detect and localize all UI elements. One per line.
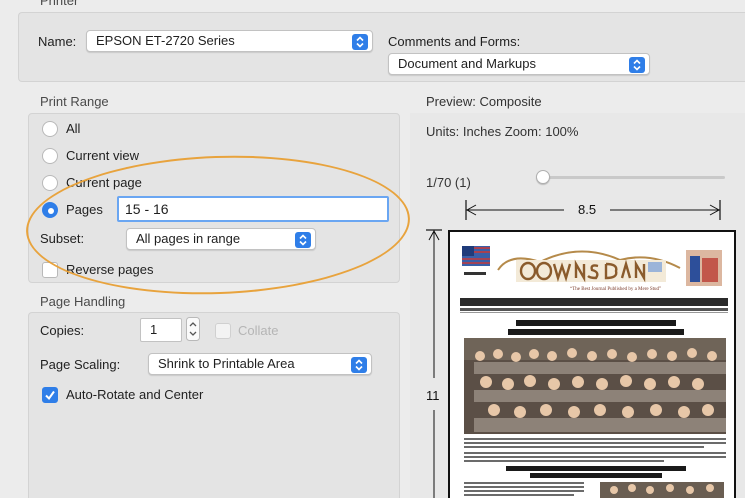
page-counter: 1/70 (1) (426, 175, 471, 190)
subset-select[interactable]: All pages in range (126, 228, 316, 250)
printer-name-select[interactable]: EPSON ET-2720 Series (86, 30, 373, 52)
page-scaling-select[interactable]: Shrink to Printable Area (148, 353, 372, 375)
comments-forms-label: Comments and Forms: (388, 34, 521, 49)
select-stepper-icon (629, 57, 645, 73)
page-preview: “The Best Journal Published by a Mere St… (448, 230, 736, 498)
newspaper-page-image: “The Best Journal Published by a Mere St… (460, 246, 728, 498)
printer-name-label: Name: (38, 34, 77, 49)
select-stepper-icon (351, 357, 367, 373)
height-dimension-label: 11 (426, 388, 440, 403)
radio-current-page[interactable] (42, 175, 58, 191)
radio-current-page-label: Current page (66, 175, 142, 190)
page-handling-panel (28, 312, 400, 498)
collate-label: Collate (238, 323, 279, 338)
svg-text:“The Best Journal Published by: “The Best Journal Published by a Mere St… (570, 286, 661, 292)
select-stepper-icon (352, 34, 368, 50)
auto-rotate-label: Auto-Rotate and Center (66, 387, 204, 402)
pages-input[interactable]: 15 - 16 (117, 196, 389, 222)
comments-forms-value: Document and Markups (398, 56, 537, 71)
radio-pages-label: Pages (66, 202, 103, 217)
radio-current-view-label: Current view (66, 148, 139, 163)
printer-name-value: EPSON ET-2720 Series (96, 33, 235, 48)
radio-all[interactable] (42, 121, 58, 137)
page-slider-thumb[interactable] (536, 170, 550, 184)
page-handling-title: Page Handling (40, 294, 126, 309)
subset-label: Subset: (40, 231, 85, 246)
auto-rotate-checkbox[interactable] (42, 387, 58, 403)
units-zoom-text: Units: Inches Zoom: 100% (426, 124, 579, 139)
radio-all-label: All (66, 121, 81, 136)
page-slider-track[interactable] (540, 176, 725, 179)
stepper-arrows-icon (186, 317, 200, 341)
reverse-pages-checkbox[interactable] (42, 262, 58, 278)
page-scaling-value: Shrink to Printable Area (158, 356, 295, 371)
copies-stepper[interactable] (186, 317, 200, 341)
radio-current-view[interactable] (42, 148, 58, 164)
select-stepper-icon (295, 232, 311, 248)
height-dimension-arrow (426, 229, 442, 498)
page-scaling-label: Page Scaling: (40, 357, 121, 372)
copies-label: Copies: (40, 323, 85, 338)
subset-value: All pages in range (136, 231, 241, 246)
collate-checkbox[interactable] (215, 323, 231, 339)
comments-forms-select[interactable]: Document and Markups (388, 53, 650, 75)
width-dimension-label: 8.5 (578, 202, 597, 217)
print-range-title: Print Range (40, 94, 109, 109)
reverse-pages-label: Reverse pages (66, 262, 154, 277)
copies-input[interactable]: 1 (140, 318, 182, 342)
printer-section-title: Printer (40, 0, 79, 8)
checkmark-icon (45, 390, 55, 401)
radio-pages[interactable] (42, 202, 58, 218)
preview-title: Preview: Composite (426, 94, 542, 109)
